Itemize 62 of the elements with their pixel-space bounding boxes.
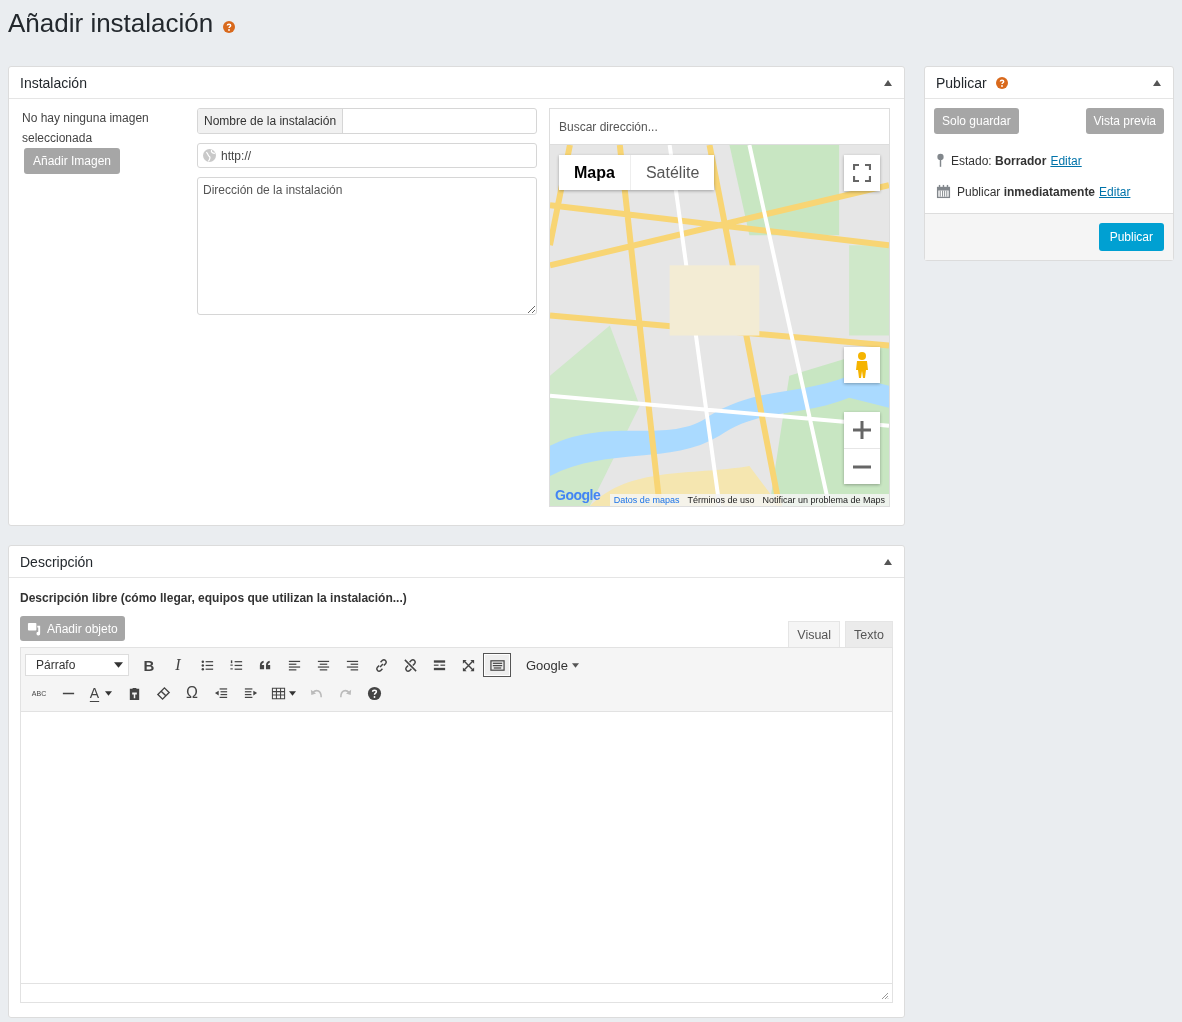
calendar-icon bbox=[936, 184, 951, 199]
caret-icon bbox=[105, 690, 113, 696]
omega-button[interactable]: Ω bbox=[178, 681, 206, 705]
link-icon bbox=[373, 657, 389, 673]
address-field[interactable]: Dirección de la instalación bbox=[197, 177, 537, 315]
dashed-bars-icon bbox=[431, 657, 447, 673]
text-color-button[interactable]: A bbox=[83, 681, 119, 705]
expand-icon bbox=[460, 657, 476, 673]
map-logo: Google bbox=[555, 487, 601, 503]
format-select[interactable]: Párrafo bbox=[25, 654, 129, 676]
resize-handle-icon[interactable] bbox=[881, 992, 889, 1000]
url-field[interactable]: http:// bbox=[197, 143, 537, 168]
plus-icon bbox=[853, 421, 871, 439]
minus-icon bbox=[853, 464, 871, 469]
help-icon bbox=[366, 685, 382, 701]
font-menu[interactable]: Google bbox=[520, 656, 585, 674]
media-icon bbox=[27, 621, 42, 636]
editor-tab[interactable]: Texto bbox=[845, 621, 893, 647]
fullscreen-button[interactable] bbox=[844, 155, 880, 191]
page-title: Añadir instalación bbox=[8, 7, 214, 39]
panel-title: Descripción bbox=[20, 553, 94, 570]
zoom-in-button[interactable] bbox=[844, 412, 880, 448]
zoom-out-button[interactable] bbox=[844, 448, 880, 484]
outdent-icon bbox=[213, 685, 229, 701]
description-label: Descripción libre (cómo llegar, equipos que utilizan la instalación...) bbox=[20, 591, 408, 605]
indent-icon bbox=[242, 685, 258, 701]
field-label: Nombre de la instalación bbox=[198, 109, 344, 133]
map-footer-link[interactable]: Notificar un problema de Maps bbox=[762, 495, 885, 505]
publish-info: Estado: Borrador bbox=[951, 153, 1047, 168]
help-icon[interactable] bbox=[223, 21, 236, 33]
help-icon[interactable] bbox=[995, 76, 1008, 89]
keyboard-button[interactable] bbox=[483, 653, 511, 677]
publish-info: Publicar inmediatamente bbox=[957, 184, 1096, 199]
keyboard-icon bbox=[489, 657, 505, 673]
map-type-tab[interactable]: Satélite bbox=[629, 155, 715, 190]
panel-title: Instalación bbox=[20, 74, 87, 91]
broken-link-icon bbox=[402, 657, 418, 673]
collapse-icon[interactable] bbox=[884, 558, 892, 565]
numbered-list-icon bbox=[228, 657, 244, 673]
edit-link[interactable]: Editar bbox=[1099, 184, 1131, 199]
eraser-icon bbox=[155, 685, 171, 701]
panel-title: Publicar bbox=[936, 74, 987, 91]
edit-link[interactable]: Editar bbox=[1050, 153, 1082, 168]
bold-button[interactable]: B bbox=[135, 653, 163, 677]
collapse-icon[interactable] bbox=[884, 79, 892, 86]
table-icon bbox=[270, 685, 286, 701]
italic-button[interactable]: I bbox=[164, 653, 192, 677]
globe-icon bbox=[203, 149, 217, 162]
pin-icon bbox=[936, 153, 945, 168]
map-footer-link[interactable]: Términos de uso bbox=[687, 495, 755, 505]
collapse-icon[interactable] bbox=[1153, 79, 1161, 86]
editor-tab[interactable]: Visual bbox=[788, 621, 841, 647]
caret-icon bbox=[571, 662, 579, 668]
name-field[interactable]: Nombre de la instalación bbox=[197, 108, 537, 134]
map-footer-link[interactable]: Datos de mapas bbox=[613, 495, 680, 505]
image-note: No hay ninguna imagen seleccionada bbox=[22, 111, 149, 145]
map-type-tab[interactable]: Mapa bbox=[559, 155, 630, 190]
person-icon bbox=[855, 351, 869, 379]
horizontal-line-icon bbox=[60, 691, 76, 695]
caret-icon bbox=[114, 662, 123, 668]
fullscreen-icon bbox=[853, 164, 871, 182]
caret-icon bbox=[288, 690, 296, 696]
